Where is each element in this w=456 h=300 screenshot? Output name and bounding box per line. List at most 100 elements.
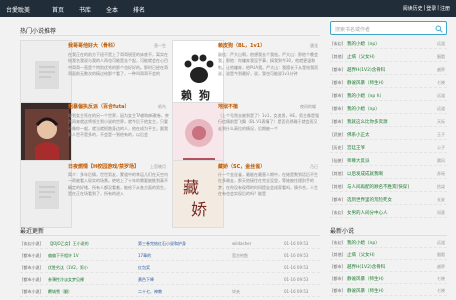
list-item[interactable]: [都市] 我的小媳（np） 远道 bbox=[330, 103, 447, 114]
list-item-title[interactable]: 我的小媳（np） bbox=[347, 240, 380, 246]
book-author: 夜间的蝶 bbox=[300, 104, 316, 109]
list-item[interactable]: [其他] 与人间再配的顾名不胜宾[快穿] 拾柒 bbox=[330, 181, 447, 192]
row-book-title[interactable]: 【JOJO乙女】王小说的 bbox=[48, 241, 89, 247]
list-item-title[interactable]: 静谧风暴（师生H） bbox=[347, 276, 386, 282]
book-title[interactable]: 赖皮狗（BL，1v1） bbox=[218, 42, 265, 49]
list-item[interactable]: [玄幻] 我的小媳（np） 远道 bbox=[330, 237, 447, 248]
list-item-title[interactable]: 宫廷王爷 bbox=[347, 145, 365, 151]
list-item[interactable]: [其他] 以后发成成就我啊 苏瑶 bbox=[330, 168, 447, 179]
nav-complete[interactable]: 全本 bbox=[106, 5, 118, 14]
row-book-title[interactable]: 偏偏下不相许 1V bbox=[48, 253, 79, 259]
row-category: [都市小说] bbox=[22, 253, 42, 258]
list-item-title[interactable]: 越界H(1V2)含骨科 bbox=[347, 67, 385, 73]
book-cover[interactable] bbox=[20, 40, 72, 108]
dog-paw-cover-art-icon: 赖 狗 bbox=[173, 41, 223, 107]
search-input[interactable]: 搜索书名或作者 bbox=[335, 26, 370, 33]
recent-updates-title: 最近更新 bbox=[20, 228, 45, 235]
login-link[interactable]: 登录 bbox=[426, 5, 436, 12]
list-item[interactable]: [都市] 越界H(1V2)含骨科 越界 bbox=[330, 64, 447, 75]
table-row[interactable]: [都市小说] 优胜劣汰（1V2，男小 红包奖 01-16 09:53 bbox=[20, 261, 320, 273]
list-item[interactable]: [都市] 我就这么比你多资源 天际 bbox=[330, 116, 447, 127]
table-row[interactable]: [都市小说] 覆城雪（翻） 二十七、神教 毕夫 01-16 09:53 bbox=[20, 285, 320, 297]
list-item-author: 天际 bbox=[437, 119, 445, 124]
row-book-title[interactable]: 优胜劣汰（1V2，男小 bbox=[48, 265, 88, 271]
list-item[interactable]: [玄幻] 我的小媳（np） 远道 bbox=[330, 38, 447, 49]
list-item[interactable]: [都市] 越界H(1V2)含骨科 越界 bbox=[330, 261, 447, 272]
list-item-author: 公子 bbox=[437, 145, 445, 150]
row-author: wildasher bbox=[232, 241, 252, 246]
row-chapter[interactable]: 黄色下降 bbox=[138, 277, 154, 283]
nav-library[interactable]: 书库 bbox=[79, 5, 91, 14]
list-item[interactable]: [其他] 止病（父女H） 胭脂 bbox=[330, 249, 447, 260]
list-item-author: 越界 bbox=[437, 264, 445, 269]
list-item-title[interactable]: 止病（父女H） bbox=[347, 54, 377, 60]
list-item-title[interactable]: 与人间再配的顾名不胜宾[快穿] bbox=[347, 184, 409, 190]
list-item-title[interactable]: 静谧风暴（师生H） bbox=[347, 288, 386, 294]
book-cover[interactable]: 藏 娇 bbox=[172, 160, 224, 228]
row-time: 01-16 09:53 bbox=[284, 265, 309, 270]
list-item-title[interactable]: 佛系小正太 bbox=[347, 132, 370, 138]
list-item-author: 拾柒 bbox=[437, 184, 445, 189]
list-item[interactable]: [仙侠] 师尊大反派 晨风 bbox=[330, 155, 447, 166]
list-item[interactable]: [其他] 止病（父女H） 胭脂 bbox=[330, 51, 447, 62]
row-book-title[interactable]: 覆城雪（翻） bbox=[48, 289, 72, 295]
search-icon[interactable] bbox=[435, 25, 443, 33]
row-book-title[interactable]: 参薄性冷淡女梦见裸 bbox=[48, 277, 84, 283]
separator: | bbox=[437, 5, 439, 11]
row-chapter[interactable]: 第三卷完结红石小说和护身 bbox=[138, 241, 186, 247]
list-item[interactable]: [玄幻] 女男的人间分中心人 如意 bbox=[330, 207, 447, 218]
list-item-category: [都市] bbox=[332, 288, 344, 293]
book-author: 纸鸟 bbox=[158, 104, 166, 109]
nav-home[interactable]: 首页 bbox=[52, 5, 64, 14]
list-item[interactable]: [都市] 静谧风暴（师生H） 七晓 bbox=[330, 273, 447, 284]
row-chapter[interactable]: 二十七、神教 bbox=[138, 289, 162, 295]
table-row[interactable]: [都市小说] 偏偏下不相许 1V 17章的 官方钓鱼 01-16 09:53 bbox=[20, 249, 320, 261]
list-item-title[interactable]: 静谧风暴（师生H） bbox=[347, 80, 386, 86]
book-description: 副佳：严大山啊，他想我去个我爸。严大山：那他个晚会我，那他：你嫌弃我没手事，搞我… bbox=[218, 52, 319, 76]
site-brand[interactable]: 台愛耽美 bbox=[6, 5, 30, 14]
book-title[interactable]: 我哥哥他好大（骨科） bbox=[68, 42, 118, 49]
list-item[interactable]: [都市] 静谧风暴（师生H） 七晓 bbox=[330, 77, 447, 88]
list-item[interactable]: [武侠] 佛系小正太 玉子 bbox=[330, 129, 447, 140]
list-item-title[interactable]: 我的小媳（np） bbox=[347, 41, 380, 47]
list-item-category: [其他] bbox=[332, 252, 344, 257]
book-title[interactable]: 日夜燃情【H校园游戏/禁罗场】 bbox=[68, 163, 139, 170]
list-item-title[interactable]: 选到世界里的荒险死女 bbox=[347, 197, 392, 203]
list-item[interactable]: [都市] 静谧风暴（师生H） 七晓 bbox=[330, 285, 447, 296]
list-item-author: 晨风 bbox=[437, 158, 445, 163]
list-item-author: 玉子 bbox=[437, 132, 445, 137]
list-item[interactable]: [都市] 选到世界里的荒险死女 长安 bbox=[330, 194, 447, 205]
list-item-category: [历史] bbox=[332, 145, 344, 150]
row-chapter[interactable]: 红包奖 bbox=[138, 265, 150, 271]
list-item-category: [都市] bbox=[332, 93, 344, 98]
list-item-author: 胭脂 bbox=[437, 54, 445, 59]
register-link[interactable]: 注册 bbox=[440, 5, 450, 12]
table-row[interactable]: [玄幻小说] 【JOJO乙女】王小说的 第三卷完结红石小说和护身 wildash… bbox=[20, 237, 320, 249]
list-item-title[interactable]: 以后发成成就我啊 bbox=[347, 171, 383, 177]
book-cover[interactable]: 赖 狗 bbox=[172, 40, 224, 108]
list-item-title[interactable]: 女男的人间分中心人 bbox=[347, 210, 388, 216]
list-item-title[interactable]: 我就这么比你多资源 bbox=[347, 119, 388, 125]
reading-history-link[interactable]: 阅读历史 bbox=[403, 5, 423, 12]
row-chapter[interactable]: 17章的 bbox=[138, 253, 151, 259]
account-links: 阅读历史 | 登录 | 注册 bbox=[403, 5, 450, 12]
list-item[interactable]: [历史] 宫廷王爷 公子 bbox=[330, 142, 447, 153]
list-item[interactable]: [都市] 我的小媳（np h） 远道 bbox=[330, 90, 447, 101]
book-title[interactable]: 藏娇（SC，金丝雀） bbox=[218, 163, 265, 170]
list-item-title[interactable]: 我的小媳（np h） bbox=[347, 93, 384, 99]
list-item-author: 七晓 bbox=[437, 276, 445, 281]
list-item-title[interactable]: 越界H(1V2)含骨科 bbox=[347, 264, 385, 270]
search-box[interactable]: 搜索书名或作者 bbox=[330, 21, 447, 35]
list-item-title[interactable]: 止病（父女H） bbox=[347, 252, 377, 258]
list-item-title[interactable]: 我的小媳（np） bbox=[347, 106, 380, 112]
nav-ranking[interactable]: 排名 bbox=[133, 5, 145, 14]
list-item-title[interactable]: 师尊大反派 bbox=[347, 158, 370, 164]
book-title[interactable]: 地狱不植 bbox=[218, 103, 238, 110]
book-cover[interactable] bbox=[20, 160, 72, 228]
calligraphy-cover-art-icon: 藏 娇 bbox=[173, 161, 223, 227]
list-item-author: 苏瑶 bbox=[437, 171, 445, 176]
row-time: 01-16 09:53 bbox=[284, 241, 309, 246]
book-title[interactable]: 粗暴偏执反派（百合futa） bbox=[68, 103, 130, 110]
table-row[interactable]: [都市小说] 参薄性冷淡女梦见裸 黄色下降 01-16 09:53 bbox=[20, 273, 320, 285]
svg-text:娇: 娇 bbox=[191, 200, 207, 219]
